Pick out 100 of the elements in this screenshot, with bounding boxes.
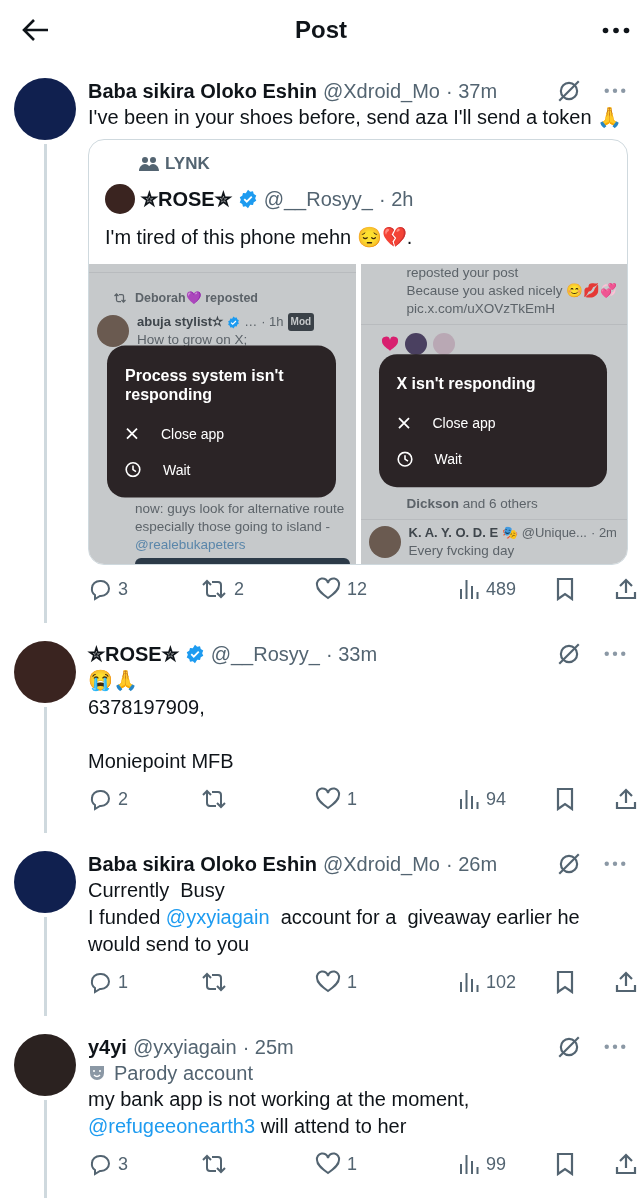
clock-icon xyxy=(396,451,413,468)
repost-icon[interactable] xyxy=(200,577,228,601)
reply-count: 1 xyxy=(118,971,128,993)
like-count: 1 xyxy=(347,788,357,810)
author-handle: @__Rosyy_ xyxy=(263,187,373,211)
repost-icon xyxy=(113,292,127,304)
heart-icon xyxy=(380,336,399,352)
slashed-circle-icon[interactable] xyxy=(556,851,582,877)
repost-icon[interactable] xyxy=(200,1152,228,1176)
quoted-post-card[interactable] xyxy=(88,139,628,565)
bookmark-icon[interactable] xyxy=(555,970,575,994)
mask-icon xyxy=(88,1064,106,1082)
post-time: · 2m xyxy=(590,524,617,542)
heart-icon[interactable] xyxy=(315,577,341,601)
share-icon[interactable] xyxy=(614,787,638,811)
post-text: reposted your post xyxy=(405,264,520,282)
author-name: ✮ROSE✮ xyxy=(141,187,232,211)
author-name: abuja stylist✫ xyxy=(137,313,224,331)
author-handle: @__Rosyy_ xyxy=(210,642,320,667)
author-handle: @yxyiagain xyxy=(132,1035,237,1060)
author-name: Baba sikira Oloko Eshin xyxy=(88,852,317,877)
clock-icon xyxy=(125,461,141,478)
avatar xyxy=(368,526,401,558)
slashed-circle-icon[interactable] xyxy=(556,641,582,667)
reply-count: 3 xyxy=(118,1153,128,1175)
like-count: 12 xyxy=(347,578,368,600)
mod-tag: Mod xyxy=(287,313,315,331)
author-name: y4yi xyxy=(88,1035,127,1060)
post-text: pic.x.com/uXOVzTkEmH xyxy=(405,300,557,318)
community-name: LYNK xyxy=(165,154,210,174)
avatar xyxy=(97,315,129,347)
post-text: Dickson and 6 others xyxy=(360,495,627,520)
heart-icon[interactable] xyxy=(315,970,341,994)
bookmark-icon[interactable] xyxy=(555,787,575,811)
views-icon[interactable] xyxy=(458,971,480,993)
avatar xyxy=(432,333,455,355)
post-time: · 2h xyxy=(378,187,414,211)
views-count: 94 xyxy=(486,788,507,810)
post-text: I've been in your shoes before, send aza I'll send a token 🙏 xyxy=(88,105,624,130)
slashed-circle-icon[interactable] xyxy=(556,78,582,104)
author-handle: @Xdroid_Mo xyxy=(322,852,440,877)
reply-icon[interactable] xyxy=(88,1152,112,1176)
views-count: 102 xyxy=(486,971,517,993)
post-time: · 25m xyxy=(242,1035,294,1060)
views-icon[interactable] xyxy=(458,1153,480,1175)
dialog-title: X isn't responding xyxy=(396,374,537,394)
reply-icon[interactable] xyxy=(88,787,112,811)
post-text: my bank app is not working at the moment, @refugeeonearth3 will attend to her xyxy=(88,1087,471,1139)
dialog-title: Process system isn't responding xyxy=(125,365,285,404)
post-text: How to grow on X; xyxy=(137,331,249,349)
reply-count: 2 xyxy=(118,788,128,810)
avatar xyxy=(404,333,427,355)
post-text: 😭🙏 6378197909, Moniepoint MFB xyxy=(88,668,235,774)
reply-icon[interactable] xyxy=(88,970,112,994)
bookmark-icon[interactable] xyxy=(555,577,575,601)
author-name: K. A. Y. O. D. E 🎭 xyxy=(408,524,518,542)
close-app-option[interactable]: Close app xyxy=(125,415,318,452)
post-time: · 26m xyxy=(446,852,498,877)
close-app-option[interactable]: Close app xyxy=(396,405,589,442)
slashed-circle-icon[interactable] xyxy=(556,1034,582,1060)
repost-icon[interactable] xyxy=(200,787,228,811)
community-icon xyxy=(139,156,159,172)
wait-option[interactable]: Wait xyxy=(125,451,318,488)
views-count: 489 xyxy=(486,578,517,600)
author-handle: … xyxy=(244,313,258,331)
post-text: now: guys look for alternative route especially those going to island - xyxy=(134,500,346,536)
post-text: Every fvcking day xyxy=(408,542,516,560)
repost-note: Deborah💜 reposted xyxy=(135,290,258,307)
reply-count: 3 xyxy=(118,578,128,600)
heart-icon[interactable] xyxy=(315,1152,341,1176)
like-count: 1 xyxy=(347,971,357,993)
repost-icon[interactable] xyxy=(200,970,228,994)
views-icon[interactable] xyxy=(458,578,480,600)
post-text: Currently Busy I funded @yxyiagain account for a giveaway earlier he would send to you xyxy=(88,878,581,957)
wait-option[interactable]: Wait xyxy=(396,441,589,478)
author-handle: @Xdroid_Mo xyxy=(322,79,440,104)
bookmark-icon[interactable] xyxy=(555,1152,575,1176)
parody-label: Parody account xyxy=(114,1061,253,1086)
more-icon[interactable] xyxy=(602,26,630,34)
views-count: 99 xyxy=(486,1153,507,1175)
post-text: I'm tired of this phone mehn 😔💔. xyxy=(104,225,414,250)
avatar xyxy=(105,184,135,214)
views-icon[interactable] xyxy=(458,788,480,810)
author-name: Baba sikira Oloko Eshin xyxy=(88,79,317,104)
share-icon[interactable] xyxy=(614,970,638,994)
share-icon[interactable] xyxy=(614,1152,638,1176)
author-name: ✮ROSE✮ xyxy=(88,642,179,667)
close-icon xyxy=(396,416,411,431)
like-count: 1 xyxy=(347,1153,357,1175)
heart-icon[interactable] xyxy=(315,787,341,811)
reply-icon[interactable] xyxy=(88,577,112,601)
close-icon xyxy=(125,426,139,441)
repost-count: 2 xyxy=(234,578,244,600)
post-time: · 37m xyxy=(446,79,498,104)
post-text: Because you asked nicely 😊💋💞 xyxy=(405,282,619,300)
post-time: · 33m xyxy=(325,642,378,667)
back-icon[interactable] xyxy=(22,18,50,42)
share-icon[interactable] xyxy=(614,577,638,601)
post-time: · 1h xyxy=(261,313,284,331)
page-title: Post xyxy=(295,16,347,43)
